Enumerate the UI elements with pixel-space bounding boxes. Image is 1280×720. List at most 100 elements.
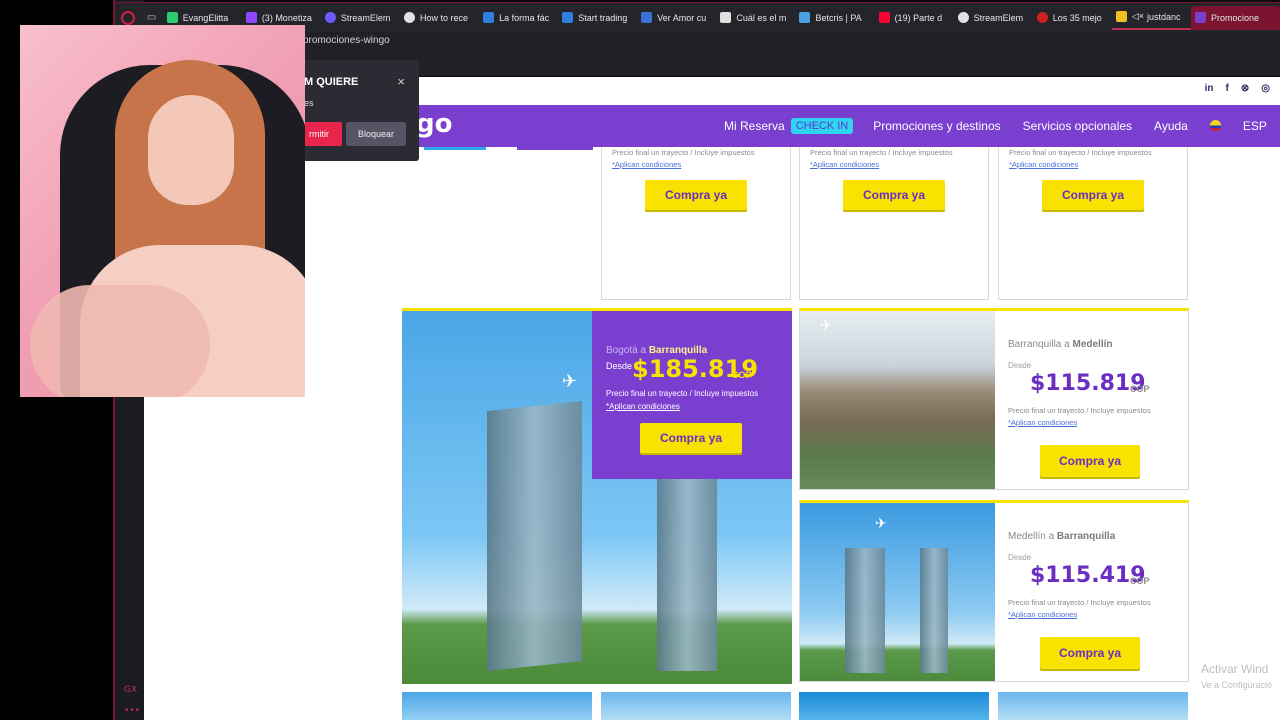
building-image — [487, 401, 582, 671]
windows-activation-watermark: Activar Wind — [1201, 662, 1269, 676]
audio-icon: ◁× — [1131, 11, 1145, 21]
tab-favicon-icon — [166, 12, 178, 23]
instagram-icon[interactable]: ◎ — [1261, 83, 1270, 94]
block-button[interactable]: Bloquear — [346, 122, 406, 146]
featured-desde: Desde — [606, 361, 633, 371]
streamelements-icon — [957, 12, 969, 23]
barranquilla-image: ✈ — [800, 503, 995, 681]
url-text[interactable]: promociones-wingo — [303, 35, 390, 46]
featured-info-box: Bogotá a Barranquilla Desde $185.819 COP… — [592, 311, 792, 479]
screen: GX ••• ▭ EvangElitta (3) Monetiza Stream… — [0, 0, 1280, 720]
facebook-icon[interactable]: f — [1226, 83, 1229, 94]
sidebar-more-icon[interactable]: ••• — [124, 706, 140, 716]
price-note: Precio final un trayecto / Incluye impue… — [810, 148, 953, 157]
red-circle-icon — [1036, 12, 1048, 23]
partial-button-edge — [424, 147, 486, 150]
buy-button[interactable]: Compra ya — [843, 180, 945, 210]
card-currency: COP — [1130, 576, 1150, 586]
tab-promociones[interactable]: Promocione — [1190, 5, 1280, 30]
tab-cual-es[interactable]: Cuál es el m — [716, 6, 795, 30]
opera-logo-icon[interactable] — [121, 10, 135, 25]
card-route: Medellín a Barranquilla — [1008, 531, 1116, 542]
language-selector[interactable]: ESP — [1209, 119, 1280, 133]
promo-card-top-1: Precio final un trayecto / Incluye impue… — [601, 147, 791, 300]
tab-how-to[interactable]: How to rece — [400, 6, 479, 30]
card-price: $115.419 — [1030, 563, 1146, 588]
popup-title: M QUIERE — [304, 76, 359, 88]
nav-mi-reserva[interactable]: Mi Reserva — [724, 119, 785, 133]
close-icon[interactable]: × — [397, 74, 405, 89]
anchor-icon — [404, 12, 415, 23]
conditions-link[interactable]: *Aplican condiciones — [1009, 160, 1078, 169]
windows-activation-subtext: Ve a Configuració — [1201, 680, 1273, 690]
nav-servicios[interactable]: Servicios opcionales — [1023, 119, 1132, 133]
promo-card-barranquilla-medellin[interactable]: ✈ Barranquilla a Medellín Desde $115.819… — [799, 308, 1189, 490]
tab-youtube[interactable]: (19) Parte d — [875, 6, 954, 30]
promo-card-medellin-barranquilla[interactable]: ✈ Medellín a Barranquilla Desde $115.419… — [799, 500, 1189, 682]
price-note: Precio final un trayecto / Incluye impue… — [1009, 148, 1152, 157]
tab-la-forma[interactable]: La forma fác — [479, 6, 558, 30]
tab-los-35[interactable]: Los 35 mejo — [1033, 6, 1112, 30]
colombia-flag-icon — [1209, 120, 1221, 131]
buy-button[interactable]: Compra ya — [1040, 637, 1140, 669]
streamelements-icon — [324, 12, 336, 23]
wingo-favicon-icon — [1194, 12, 1206, 23]
permission-popup: M QUIERE es × rmitir Bloquear — [296, 60, 419, 161]
card-route: Barranquilla a Medellín — [1008, 339, 1113, 350]
streamer-arm — [30, 285, 210, 397]
tab-streamelements-2[interactable]: StreamElem — [954, 6, 1033, 30]
tab-start-trading[interactable]: Start trading — [558, 6, 637, 30]
buy-button[interactable]: Compra ya — [645, 180, 747, 210]
featured-promo-card[interactable]: ✈ Bogotá a Barranquilla Desde $185.819 C… — [402, 308, 792, 684]
partial-button-edge — [517, 147, 593, 150]
trading-icon — [562, 12, 574, 23]
nav-menu: Mi Reserva CHECK IN Promociones y destin… — [724, 105, 1280, 147]
promo-card-top-2: Precio final un trayecto / Incluye impue… — [799, 147, 989, 300]
building-image — [845, 548, 885, 673]
promo-card-top-3: Precio final un trayecto / Incluye impue… — [998, 147, 1188, 300]
airplane-icon: ✈ — [820, 317, 832, 333]
tab-justdance[interactable]: ◁× justdanc — [1111, 6, 1191, 30]
promo-thumbnail[interactable] — [998, 692, 1188, 720]
featured-currency: COP — [732, 370, 752, 380]
conditions-link[interactable]: *Aplican condiciones — [1008, 418, 1077, 427]
social-links: in f ⊗ ◎ — [1205, 83, 1270, 94]
promo-thumbnail[interactable] — [402, 692, 592, 720]
conditions-link[interactable]: *Aplican condiciones — [606, 402, 680, 411]
price-note: Precio final un trayecto / Incluye impue… — [606, 389, 759, 398]
twitch-icon — [245, 12, 257, 23]
popup-subtitle: es — [304, 98, 314, 108]
conditions-link[interactable]: *Aplican condiciones — [612, 160, 681, 169]
youtube-icon — [878, 12, 890, 23]
promo-thumbnail[interactable] — [799, 692, 989, 720]
price-note: Precio final un trayecto / Incluye impue… — [1008, 598, 1151, 607]
nav-ayuda[interactable]: Ayuda — [1154, 119, 1188, 133]
medellin-image: ✈ — [800, 311, 995, 489]
card-price: $115.819 — [1030, 371, 1146, 396]
buy-button[interactable]: Compra ya — [640, 423, 742, 453]
promo-thumbnail[interactable] — [601, 692, 791, 720]
buy-button[interactable]: Compra ya — [1040, 445, 1140, 477]
price-note: Precio final un trayecto / Incluye impue… — [612, 148, 755, 157]
card-currency: COP — [1130, 384, 1150, 394]
webcam-overlay — [20, 25, 305, 397]
x-icon[interactable]: ⊗ — [1241, 83, 1249, 94]
tab-streamelements-1[interactable]: StreamElem — [321, 6, 400, 30]
card-desde: Desde — [1008, 361, 1032, 370]
check-in-button[interactable]: CHECK IN — [790, 118, 854, 134]
buy-button[interactable]: Compra ya — [1042, 180, 1144, 210]
nav-promociones[interactable]: Promociones y destinos — [873, 119, 1000, 133]
streamer-face — [148, 95, 234, 205]
paypal-icon — [483, 12, 495, 23]
tab-ver-amor[interactable]: Ver Amor cu — [637, 6, 716, 30]
bars-icon — [720, 12, 732, 23]
building-image — [920, 548, 948, 673]
linkedin-icon[interactable]: in — [1205, 83, 1214, 94]
card-desde: Desde — [1008, 553, 1032, 562]
web-page: in f ⊗ ◎ go Mi Reserva CHECK IN Promocio… — [144, 77, 1280, 720]
conditions-link[interactable]: *Aplican condiciones — [810, 160, 879, 169]
tab-betcris[interactable]: Betcris | PA — [795, 6, 874, 30]
conditions-link[interactable]: *Aplican condiciones — [1008, 610, 1077, 619]
sidebar-gx-label[interactable]: GX — [124, 685, 137, 695]
site-logo[interactable]: go — [416, 109, 452, 139]
